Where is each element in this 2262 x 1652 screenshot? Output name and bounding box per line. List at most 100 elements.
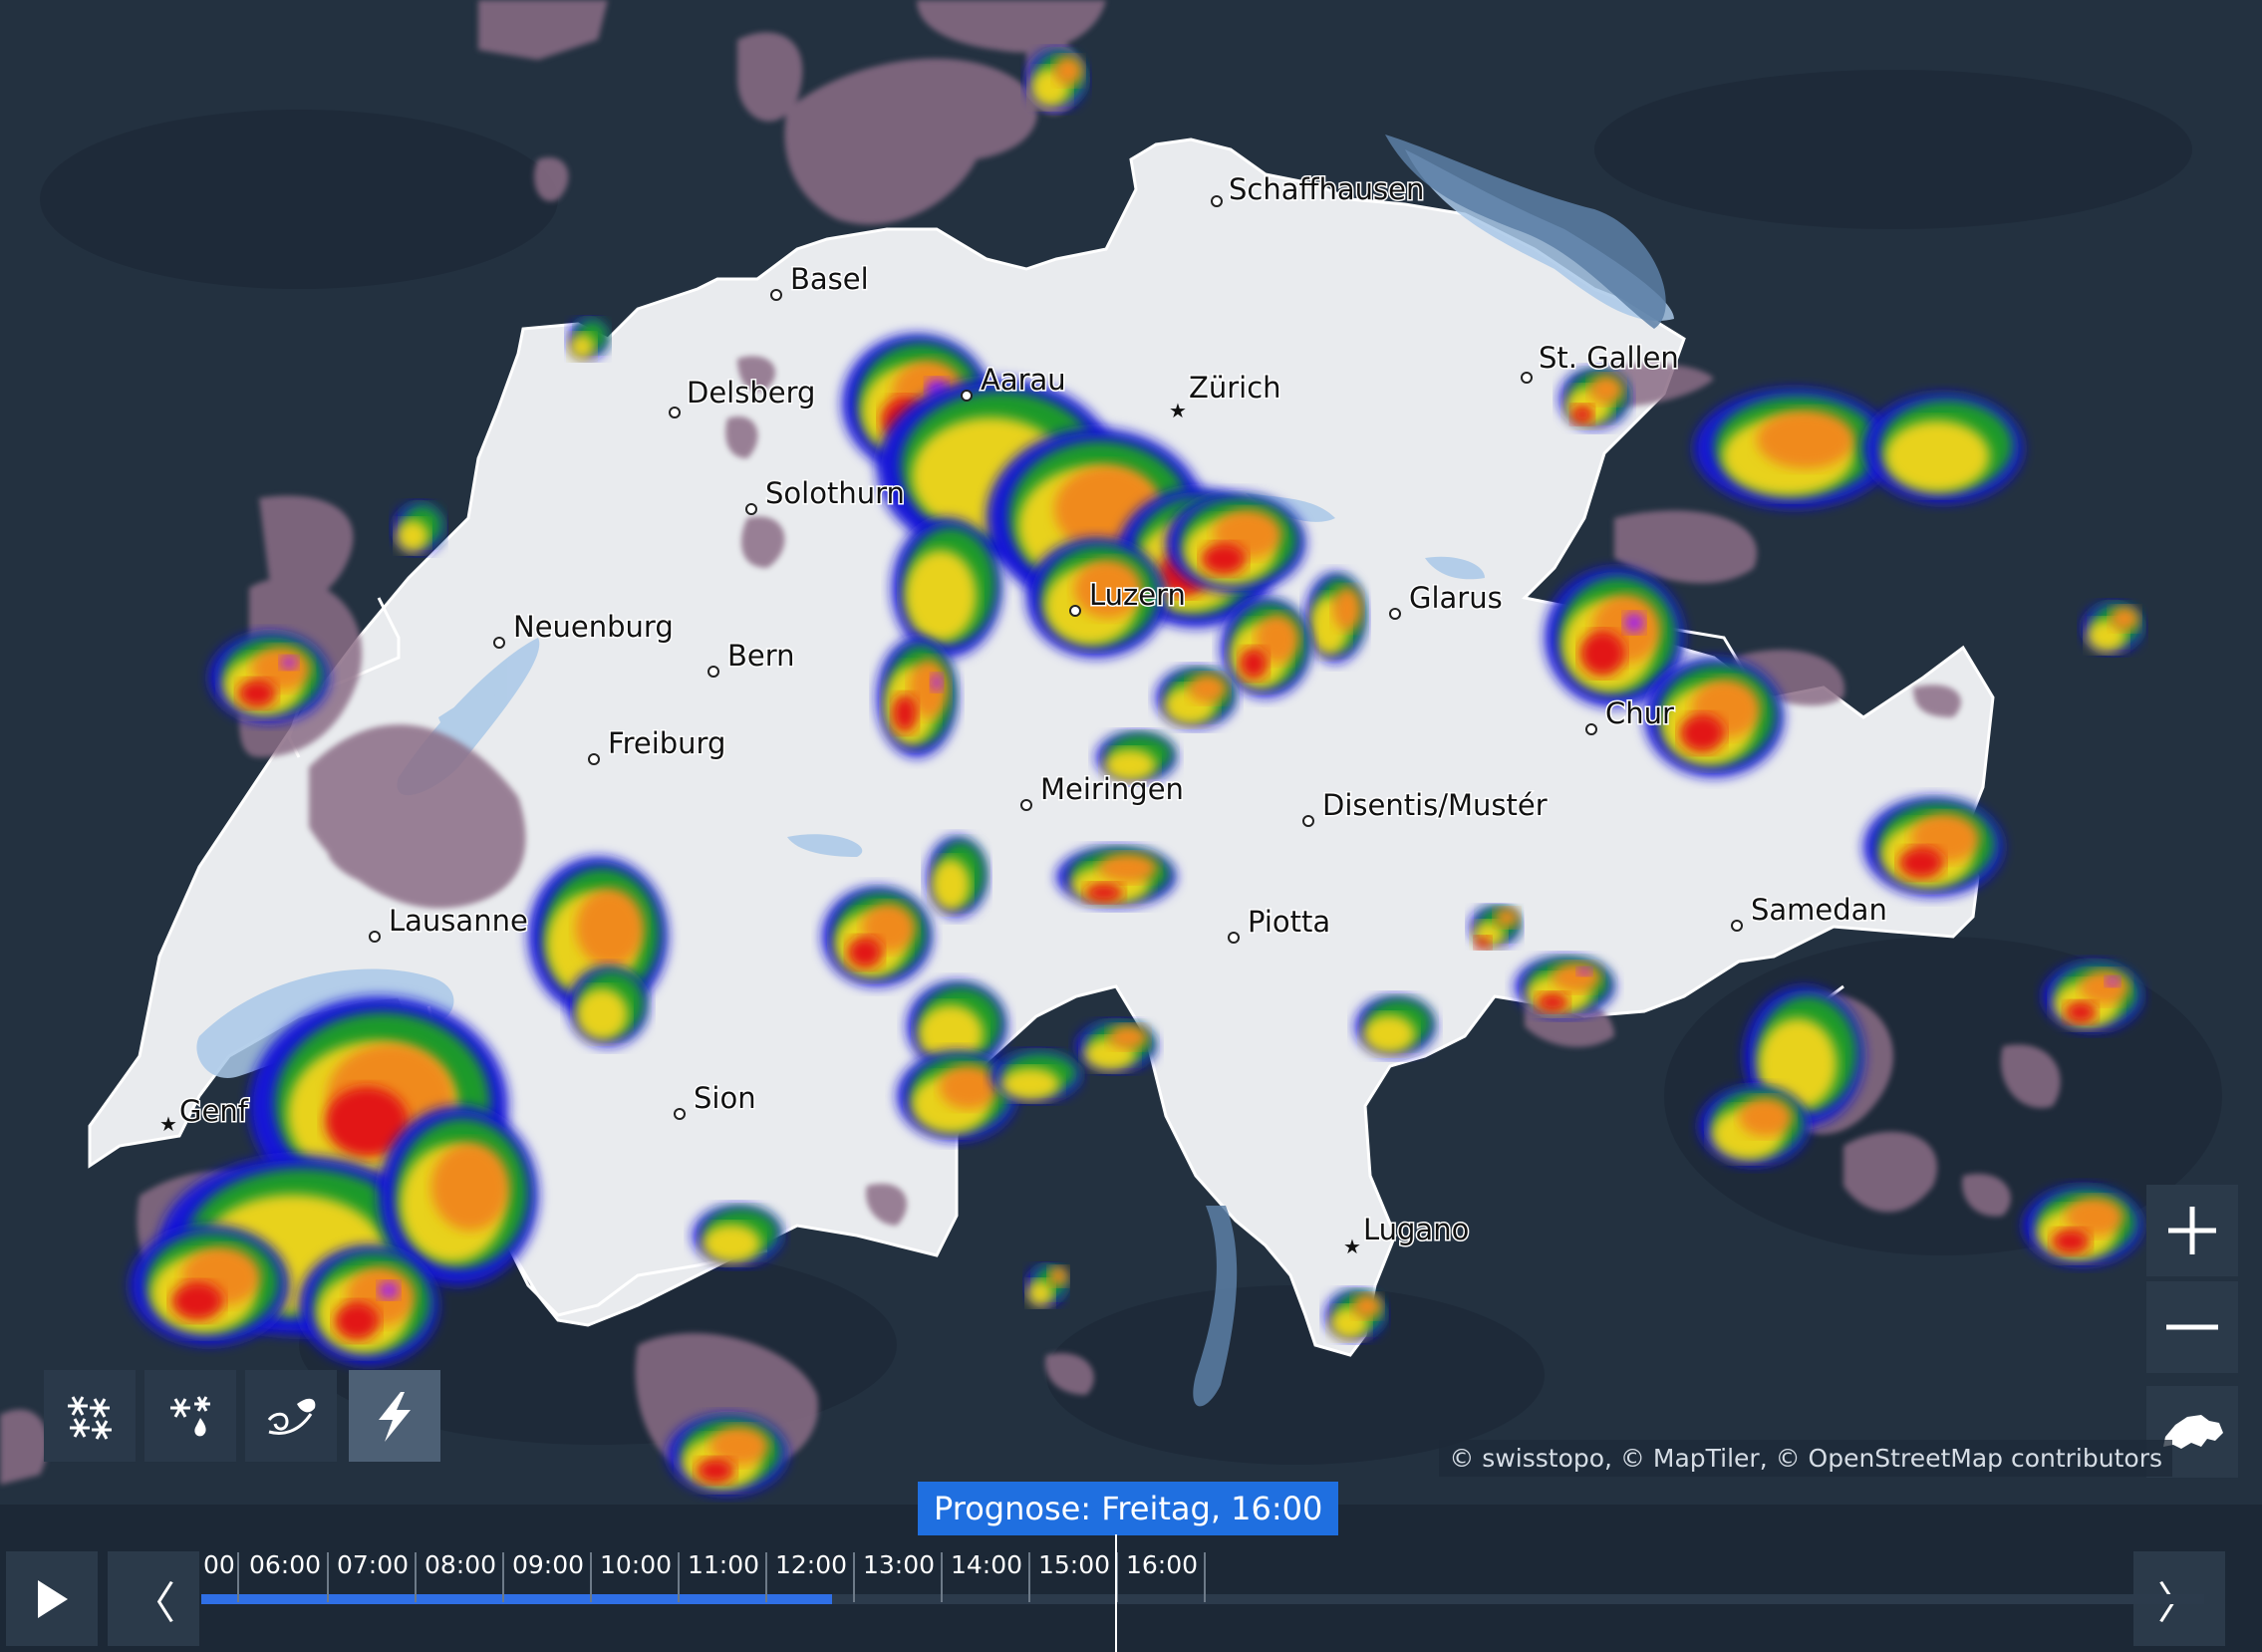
precipitation-cell [2110, 606, 2139, 632]
precipitation-cell [696, 1458, 735, 1484]
city-marker [1389, 608, 1401, 620]
precipitation-cell [1239, 648, 1269, 680]
minus-icon [2166, 1324, 2218, 1330]
precipitation-cell [171, 1281, 223, 1321]
city-label: Bern [727, 639, 795, 673]
precipitation-cell [1000, 1067, 1060, 1101]
precipitation-cell [892, 693, 918, 733]
precipitation-cell [1898, 847, 1944, 879]
city-marker [961, 390, 973, 402]
plus-icon [2168, 1207, 2216, 1254]
city-label: Basel [790, 262, 869, 296]
timeline-tick [327, 1552, 329, 1602]
city-label: Luzern [1089, 578, 1186, 612]
timeline-tick [415, 1552, 417, 1602]
precipitation-cell [2065, 1000, 2097, 1024]
precipitation-cell [931, 858, 971, 912]
precipitation-cell [1570, 405, 1594, 424]
city-label: Glarus [1409, 581, 1503, 615]
timeline-tick-label: 11:00 [688, 1550, 760, 1579]
precipitation-cell [1188, 674, 1228, 703]
city-marker [1069, 605, 1081, 617]
city-marker [369, 931, 381, 943]
city-label: Solothurn [765, 476, 905, 510]
precipitation-cell [904, 549, 978, 643]
timeline-tick [765, 1552, 767, 1602]
snow-icon [68, 1396, 112, 1440]
capital-marker: ★ [1343, 1235, 1361, 1258]
timeline-tick-label: 00 [203, 1550, 235, 1579]
precipitation-cell [939, 1064, 998, 1110]
precipitation-cell [1537, 992, 1568, 1012]
layer-sleet-button[interactable] [144, 1370, 236, 1462]
layer-snow-button[interactable] [44, 1370, 136, 1462]
precipitation-cell [237, 679, 277, 708]
timeline-tick-label: 13:00 [863, 1550, 936, 1579]
play-button[interactable] [6, 1551, 98, 1646]
precipitation-cell [1108, 1024, 1148, 1050]
timeline-tick-label: 06:00 [249, 1550, 322, 1579]
city-marker [1020, 799, 1032, 811]
precipitation-map[interactable]: Schaffhausen Basel Delsberg Aarau ★ Zürich St.… [0, 0, 2262, 1505]
city-label: Disentis/Mustér [1322, 788, 1548, 822]
precipitation-cell [1884, 419, 1990, 493]
precipitation-cell [1352, 1293, 1382, 1319]
city-marker [669, 407, 681, 418]
precipitation-cell [1579, 631, 1625, 677]
timeline-tick-label: 16:00 [1126, 1550, 1199, 1579]
city-marker [1585, 723, 1597, 735]
precipitation-cell [1084, 883, 1124, 903]
city-marker [745, 503, 757, 515]
chevron-left-icon: 〈 [132, 1577, 175, 1629]
zoom-in-button[interactable] [2146, 1185, 2238, 1276]
layer-wind-button[interactable] [245, 1370, 337, 1462]
precipitation-cell [1048, 1266, 1068, 1286]
precipitation-cell [1623, 612, 1645, 634]
timeline-tick-label: 09:00 [512, 1550, 585, 1579]
timeline-progress [201, 1594, 832, 1604]
timeline-tick-label: 07:00 [337, 1550, 410, 1579]
forecast-time-label: Prognose: Freitag, 16:00 [918, 1482, 1339, 1535]
zoom-out-button[interactable] [2146, 1281, 2238, 1373]
city-label: Chur [1605, 696, 1674, 730]
precipitation-cell [1053, 56, 1083, 86]
timeline-tick [237, 1552, 239, 1602]
previous-step-button[interactable]: 〈 [108, 1551, 199, 1646]
city-marker [1211, 195, 1223, 207]
map-attribution: © swisstopo, © MapTiler, © OpenStreetMap… [1439, 1440, 2172, 1477]
timeline-tick-label: 12:00 [775, 1550, 848, 1579]
precipitation-cell [2051, 1229, 2091, 1254]
city-marker [1731, 920, 1743, 932]
timeline-tick-label: 14:00 [951, 1550, 1023, 1579]
capital-marker: ★ [1169, 399, 1187, 422]
precipitation-cell [2080, 969, 2129, 1005]
timeline-tick-label: 08:00 [424, 1550, 497, 1579]
precipitation-cell [847, 937, 883, 968]
precipitation-cell [1494, 908, 1520, 928]
city-label: Lugano [1363, 1213, 1469, 1246]
timeline-tick [590, 1552, 592, 1602]
timeline-tick [853, 1552, 855, 1602]
city-label: Schaffhausen [1229, 172, 1424, 206]
layer-lightning-button[interactable] [349, 1370, 440, 1462]
precipitation-cell [575, 888, 645, 967]
precipitation-cell [2105, 975, 2121, 987]
city-marker [1521, 372, 1533, 384]
city-label: Genf [179, 1094, 249, 1128]
timeline-tick-label: 15:00 [1038, 1550, 1111, 1579]
timeline-tick [678, 1552, 680, 1602]
precipitation-cell [1201, 543, 1247, 575]
precipitation-cell [931, 674, 943, 691]
precipitation-cell [1552, 963, 1601, 992]
city-label: St. Gallen [1539, 341, 1679, 375]
sleet-icon [170, 1396, 210, 1437]
precipitation-cell [1362, 1014, 1416, 1054]
city-marker [1228, 932, 1240, 944]
precipitation-cell [280, 656, 298, 670]
precipitation-cell [1026, 1279, 1054, 1307]
precipitation-cell [1739, 1097, 1793, 1137]
city-label: Lausanne [389, 904, 528, 938]
precipitation-cell [1332, 586, 1362, 632]
city-label: Piotta [1248, 905, 1330, 939]
timeline-cursor[interactable] [1115, 1534, 1117, 1652]
